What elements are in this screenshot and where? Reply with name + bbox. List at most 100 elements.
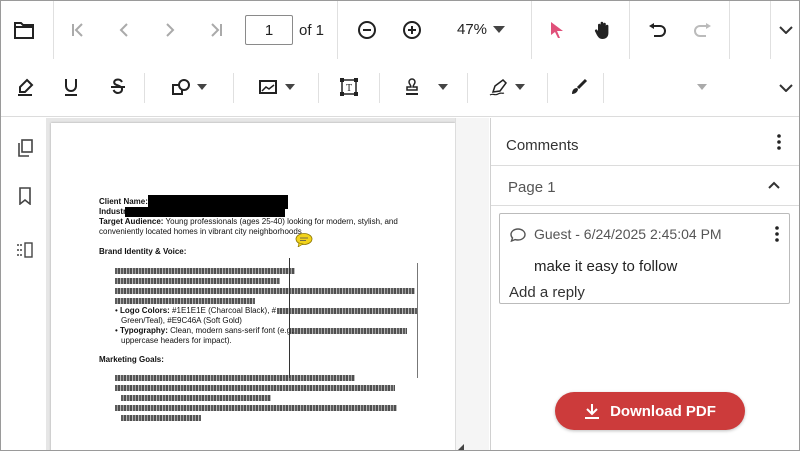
- marketing-goals-heading: Marketing Goals:: [99, 355, 164, 364]
- pages-icon: [18, 139, 33, 157]
- page-number-input[interactable]: 1: [245, 15, 293, 45]
- zoom-out-button[interactable]: [353, 16, 381, 44]
- download-icon: [585, 404, 600, 419]
- strikethrough-tool-button[interactable]: [104, 73, 132, 101]
- text-box-tool-button[interactable]: T: [335, 73, 363, 101]
- previous-page-button[interactable]: [111, 15, 137, 45]
- signature-pen-icon: [489, 79, 507, 96]
- comment-note-icon: [295, 233, 313, 248]
- document-scrollbar[interactable]: [455, 118, 489, 450]
- last-page-icon: [211, 23, 222, 37]
- annotated-text: [277, 308, 417, 314]
- target-audience-line-2: conveniently located homes in vibrant ci…: [99, 227, 302, 236]
- stamp-icon: [406, 78, 418, 95]
- svg-text:T: T: [346, 83, 352, 94]
- resize-grip-icon: [458, 444, 464, 450]
- bookmarks-button[interactable]: [13, 184, 37, 208]
- typography-line: • Typography: Clean, modern sans-serif f…: [115, 326, 296, 335]
- reply-input[interactable]: Add a reply: [509, 284, 585, 301]
- pan-tool-button[interactable]: [590, 15, 616, 45]
- zoom-level[interactable]: 47%: [457, 21, 487, 38]
- comment-icon-wrap: [509, 227, 527, 243]
- signature-tool-button[interactable]: [485, 73, 513, 101]
- annotated-text: [115, 405, 397, 411]
- comment-card[interactable]: Guest - 6/24/2025 2:45:04 PM make it eas…: [499, 213, 790, 304]
- undo-icon: [649, 23, 666, 37]
- color-picker-button[interactable]: [565, 73, 593, 101]
- annotated-text: [115, 268, 295, 274]
- caret-down-icon: [285, 84, 295, 90]
- zoom-in-button[interactable]: [398, 16, 426, 44]
- logo-colors-line-2: Green/Teal), #E9C46A (Soft Gold): [121, 316, 242, 325]
- more-tools-button[interactable]: [776, 21, 796, 39]
- comments-menu-button[interactable]: [769, 131, 789, 153]
- download-label: Download PDF: [610, 402, 716, 420]
- document-viewport[interactable]: Client Name: Industry: Target Audience: …: [46, 118, 489, 450]
- more-annotation-tools-button[interactable]: [776, 79, 796, 97]
- shape-dropdown-button[interactable]: [195, 81, 209, 93]
- caret-down-icon: [493, 26, 505, 33]
- annotations-list-button[interactable]: [13, 238, 37, 262]
- first-page-icon: [72, 23, 83, 37]
- margin-line: [289, 258, 290, 378]
- caret-down-icon: [515, 84, 525, 90]
- annotated-text: [115, 288, 415, 294]
- sticky-note-annotation[interactable]: [295, 233, 313, 248]
- zoom-dropdown-button[interactable]: [491, 23, 507, 37]
- undo-button[interactable]: [643, 15, 671, 45]
- comments-title: Comments: [506, 137, 579, 154]
- strikethrough-icon: [111, 78, 125, 95]
- brand-identity-heading: Brand Identity & Voice:: [99, 247, 187, 256]
- zoom-in-icon: [403, 21, 421, 39]
- comment-text: make it easy to follow: [534, 258, 678, 275]
- redo-button[interactable]: [689, 15, 717, 45]
- annotated-text: [115, 375, 355, 381]
- client-label: Client Name:: [99, 197, 148, 206]
- margin-line: [417, 263, 418, 378]
- stamp-dropdown-button[interactable]: [436, 81, 450, 93]
- comments-panel: Comments Page 1 Guest - 6/24/2025 2:45:0…: [490, 118, 799, 450]
- comment-menu-button[interactable]: [769, 224, 785, 244]
- redaction-bar: [125, 207, 285, 217]
- annotated-text: [115, 385, 395, 391]
- collapse-page-button[interactable]: [765, 178, 783, 192]
- image-icon: [259, 80, 277, 94]
- image-dropdown-button[interactable]: [283, 81, 297, 93]
- image-tool-button[interactable]: [254, 73, 282, 101]
- highlighter-icon: [18, 78, 34, 96]
- font-dropdown-button[interactable]: [695, 81, 709, 93]
- thumbnails-button[interactable]: [13, 136, 37, 160]
- caret-down-icon: [438, 84, 448, 90]
- bookmark-icon: [19, 187, 31, 205]
- comment-author: Guest - 6/24/2025 2:45:04 PM: [534, 226, 722, 242]
- open-file-button[interactable]: [9, 15, 39, 45]
- chevron-right-icon: [166, 23, 175, 37]
- annotated-text: [121, 415, 201, 421]
- text-box-icon: T: [340, 78, 358, 96]
- comments-header: Comments: [491, 118, 799, 166]
- chevron-up-icon: [768, 181, 780, 189]
- zoom-out-icon: [358, 21, 376, 39]
- caret-down-icon: [697, 84, 707, 90]
- list-compare-icon: [17, 242, 33, 258]
- folder-icon: [14, 22, 34, 39]
- signature-dropdown-button[interactable]: [513, 81, 527, 93]
- first-page-button[interactable]: [65, 15, 91, 45]
- chevron-down-icon: [779, 84, 793, 92]
- stamp-tool-button[interactable]: [398, 73, 426, 101]
- hand-icon: [594, 21, 609, 39]
- download-pdf-button[interactable]: Download PDF: [555, 392, 745, 430]
- annotation-toolbar: T Helvetica: [1, 59, 799, 151]
- highlight-tool-button[interactable]: [11, 73, 39, 101]
- page-total-label: of 1: [299, 22, 325, 39]
- comments-page-group[interactable]: Page 1: [491, 166, 799, 206]
- caret-down-icon: [197, 84, 207, 90]
- pdf-viewer: 1 of 1 47% T Client Name: Industry: Targ…: [0, 0, 800, 451]
- underline-tool-button[interactable]: [57, 73, 85, 101]
- last-page-button[interactable]: [203, 15, 229, 45]
- next-page-button[interactable]: [157, 15, 183, 45]
- annotated-text: [115, 298, 255, 304]
- select-tool-button[interactable]: [544, 15, 570, 45]
- annotated-text: [115, 278, 280, 284]
- shape-tool-button[interactable]: [167, 73, 195, 101]
